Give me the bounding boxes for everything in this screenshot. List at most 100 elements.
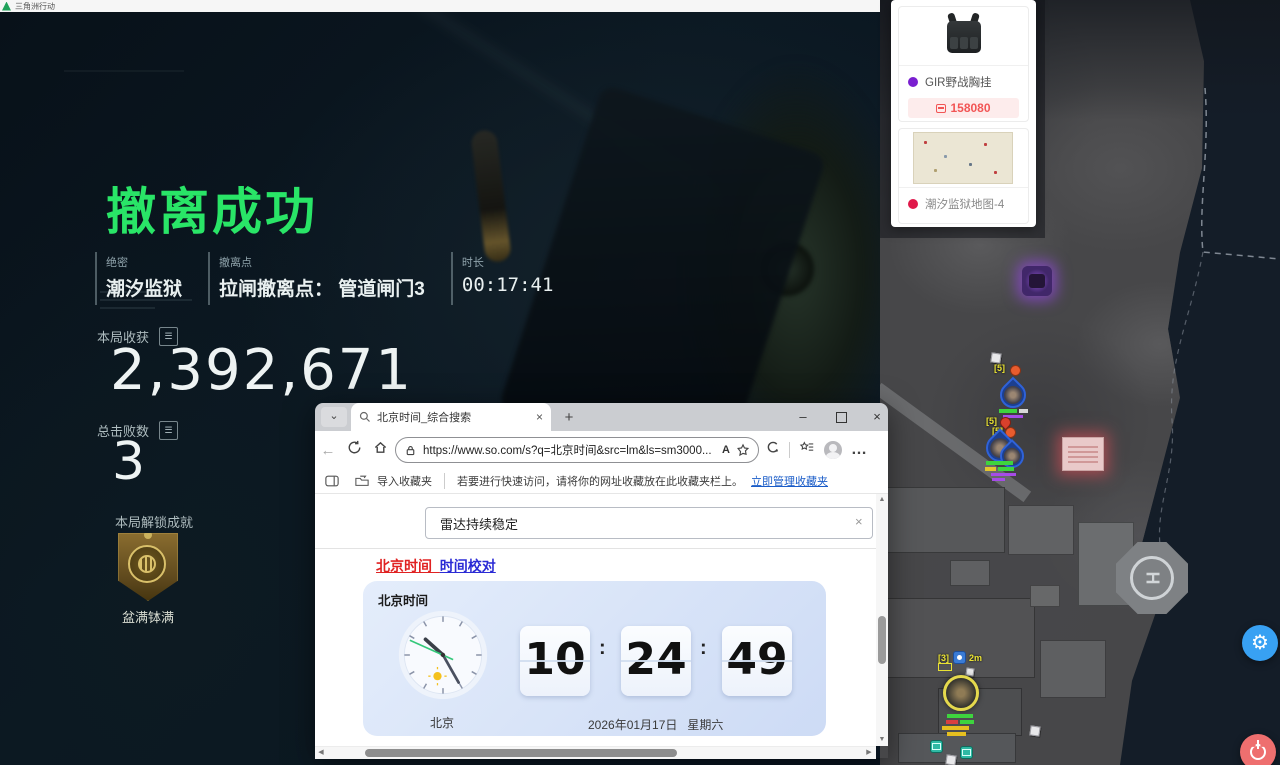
favorites-list-button[interactable]	[794, 440, 820, 460]
profile-avatar-icon	[824, 441, 842, 459]
clock-widget-title: 北京时间	[378, 590, 428, 609]
stamina-bar	[942, 726, 969, 730]
scroll-right-icon[interactable]: ▶	[863, 747, 875, 759]
time-calibration-link[interactable]: 时间校对	[440, 558, 496, 574]
health-bar	[986, 461, 1013, 465]
loot-item-panel: GIR野战胸挂 158080 潮汐监狱地图-4	[891, 0, 1036, 227]
map-doc-mark	[969, 163, 972, 166]
helipad-h-icon: H	[1130, 556, 1174, 600]
scene-faint-text	[100, 307, 155, 309]
player-portrait	[1004, 386, 1022, 404]
settings-fab[interactable]: ⚙	[1242, 625, 1278, 661]
mission-extraction: 撤离点 拉闸撤离点： 管道闸门3	[208, 252, 451, 305]
health-bar	[985, 467, 996, 471]
profile-button[interactable]	[820, 441, 846, 459]
loot-card[interactable]: 潮汐监狱地图-4	[898, 128, 1029, 224]
beijing-time-link[interactable]: 北京时间	[376, 558, 432, 574]
item-name: GIR野战胸挂	[925, 74, 991, 90]
squad-count-label: [5]	[994, 363, 1005, 373]
close-window-button[interactable]: ×	[859, 403, 895, 431]
read-aloud-icon[interactable]: A	[722, 444, 730, 456]
clear-search-icon[interactable]: ×	[855, 514, 863, 529]
objective-bracket-icon	[938, 663, 952, 671]
address-bar[interactable]: https://www.so.com/s?q=北京时间&src=lm&ls=sm…	[395, 437, 759, 463]
achievement-badge[interactable]	[118, 533, 178, 601]
clock-date-text: 2026年01月17日	[588, 718, 677, 732]
vest-art	[950, 37, 958, 49]
url-text[interactable]: https://www.so.com/s?q=北京时间&src=lm&ls=sm…	[423, 442, 716, 458]
flip-split	[520, 660, 590, 662]
vertical-scroll-thumb[interactable]	[878, 616, 886, 664]
sidebar-icon[interactable]	[325, 475, 339, 487]
currency-icon	[936, 104, 946, 113]
horizontal-scrollbar[interactable]: ◀ ▶	[315, 746, 876, 759]
scroll-up-icon[interactable]: ▲	[876, 494, 888, 506]
item-image-chestrig	[899, 7, 1028, 66]
clock-weekday: 星期六	[687, 718, 723, 732]
horizontal-scroll-thumb[interactable]	[365, 749, 677, 757]
vest-art	[960, 37, 968, 49]
back-button[interactable]: ←	[315, 442, 341, 459]
scroll-left-icon[interactable]: ◀	[315, 747, 327, 759]
manage-favorites-link[interactable]: 立即管理收藏夹	[751, 473, 828, 489]
new-tab-button[interactable]: +	[559, 408, 579, 428]
item-image-map	[899, 129, 1028, 188]
health-bar	[947, 714, 973, 718]
home-icon	[373, 440, 388, 455]
map-building	[885, 598, 1035, 678]
badge-emblem-core	[138, 555, 156, 573]
map-item-chestrig-icon[interactable]	[1022, 266, 1052, 296]
scroll-down-icon[interactable]: ▼	[876, 734, 888, 746]
extraction-result-title: 撤离成功	[106, 172, 318, 244]
health-bar	[999, 409, 1017, 413]
map-item-map-doc-icon[interactable]	[1062, 437, 1104, 471]
map-building	[898, 733, 1016, 763]
map-doc-mark	[984, 143, 987, 146]
kills-value: 3	[112, 432, 147, 492]
vertical-scrollbar[interactable]: ▲ ▼	[876, 494, 888, 746]
flip-split	[722, 660, 792, 662]
link-separator: _	[432, 558, 440, 574]
map-doc-mark	[934, 169, 937, 172]
health-bar	[960, 720, 974, 724]
team-count-label: [3]	[938, 653, 949, 663]
map-doc-mark	[944, 155, 947, 158]
home-button[interactable]	[367, 440, 393, 460]
duration-value: 00:17:41	[462, 274, 554, 296]
achievement-label: 本局解锁成就	[115, 512, 193, 531]
browser-tab[interactable]: 北京时间_综合搜索 ×	[351, 403, 551, 431]
clock-colon: :	[599, 641, 605, 655]
map-building	[950, 560, 990, 586]
enemy-marker	[1010, 365, 1021, 376]
more-menu-button[interactable]: …	[846, 441, 872, 459]
map-building	[1040, 640, 1106, 698]
import-folder-icon	[355, 475, 369, 487]
map-crate-icon	[945, 754, 956, 765]
power-icon-stick	[1257, 740, 1259, 749]
tab-close-icon[interactable]: ×	[536, 410, 543, 424]
favorite-star-icon[interactable]	[736, 443, 750, 457]
window-title: 三角洲行动	[15, 2, 55, 11]
import-favorites-label[interactable]: 导入收藏夹	[377, 473, 432, 489]
maximize-icon	[836, 412, 847, 423]
maximize-button[interactable]	[823, 403, 859, 431]
refresh-icon	[347, 440, 362, 455]
lock-icon	[404, 444, 417, 457]
search-input[interactable]	[425, 507, 873, 539]
refresh-button[interactable]	[341, 440, 367, 460]
loot-card[interactable]: GIR野战胸挂 158080	[898, 6, 1029, 122]
tab-title: 北京时间_综合搜索	[377, 409, 530, 425]
item-price-pill: 158080	[908, 98, 1019, 118]
tab-search-dropdown[interactable]: ⌄	[321, 407, 347, 427]
duration-label: 时长	[462, 254, 554, 270]
copilot-icon[interactable]	[759, 440, 785, 460]
item-name: 潮汐监狱地图-4	[925, 196, 1004, 212]
analog-clock	[397, 609, 489, 701]
toolbar-divider	[789, 442, 790, 458]
window-title-bar[interactable]: 三角洲行动	[0, 0, 882, 12]
vest-art	[970, 37, 978, 49]
minimize-button[interactable]: –	[785, 403, 821, 431]
kills-detail-icon[interactable]: ☰	[159, 421, 178, 440]
copilot-glyph	[765, 440, 780, 455]
power-fab[interactable]	[1240, 734, 1276, 765]
